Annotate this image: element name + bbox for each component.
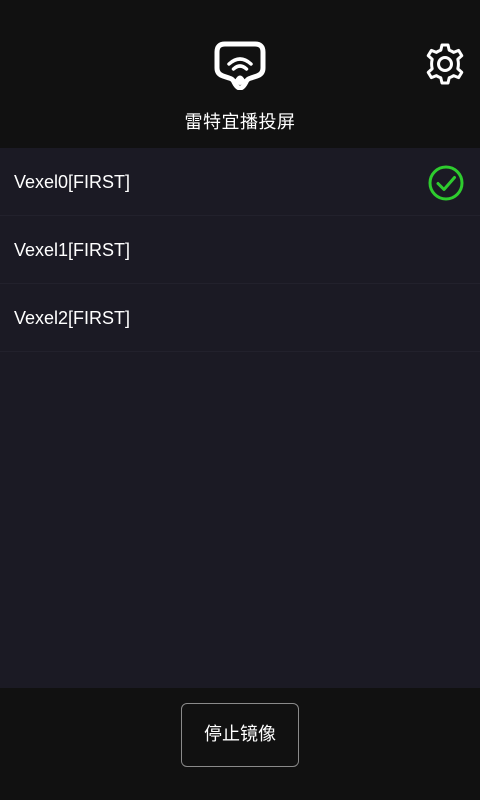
cast-screen-logo-icon xyxy=(214,41,266,90)
device-row[interactable]: Vexel1[FIRST] xyxy=(0,216,480,284)
stop-mirroring-button[interactable]: 停止镜像 xyxy=(181,703,299,767)
device-label: Vexel1[FIRST] xyxy=(14,240,131,260)
page-title: 雷特宜播投屏 xyxy=(184,112,296,133)
device-label: Vexel0[FIRST] xyxy=(14,172,131,192)
device-list: Vexel0[FIRST] Vexel1[FIRST] Vexel2[FIRST… xyxy=(0,148,480,688)
header: 雷特宜播投屏 xyxy=(0,0,480,148)
check-circle-icon xyxy=(428,165,464,201)
footer: 停止镜像 xyxy=(0,688,480,800)
device-label: Vexel2[FIRST] xyxy=(14,308,131,328)
gear-icon[interactable] xyxy=(423,42,467,86)
app-root: 雷特宜播投屏 Vexel0[FIRST] Vexel1[FIRST] Vexel… xyxy=(0,0,480,800)
device-row[interactable]: Vexel0[FIRST] xyxy=(0,148,480,216)
device-row[interactable]: Vexel2[FIRST] xyxy=(0,284,480,352)
